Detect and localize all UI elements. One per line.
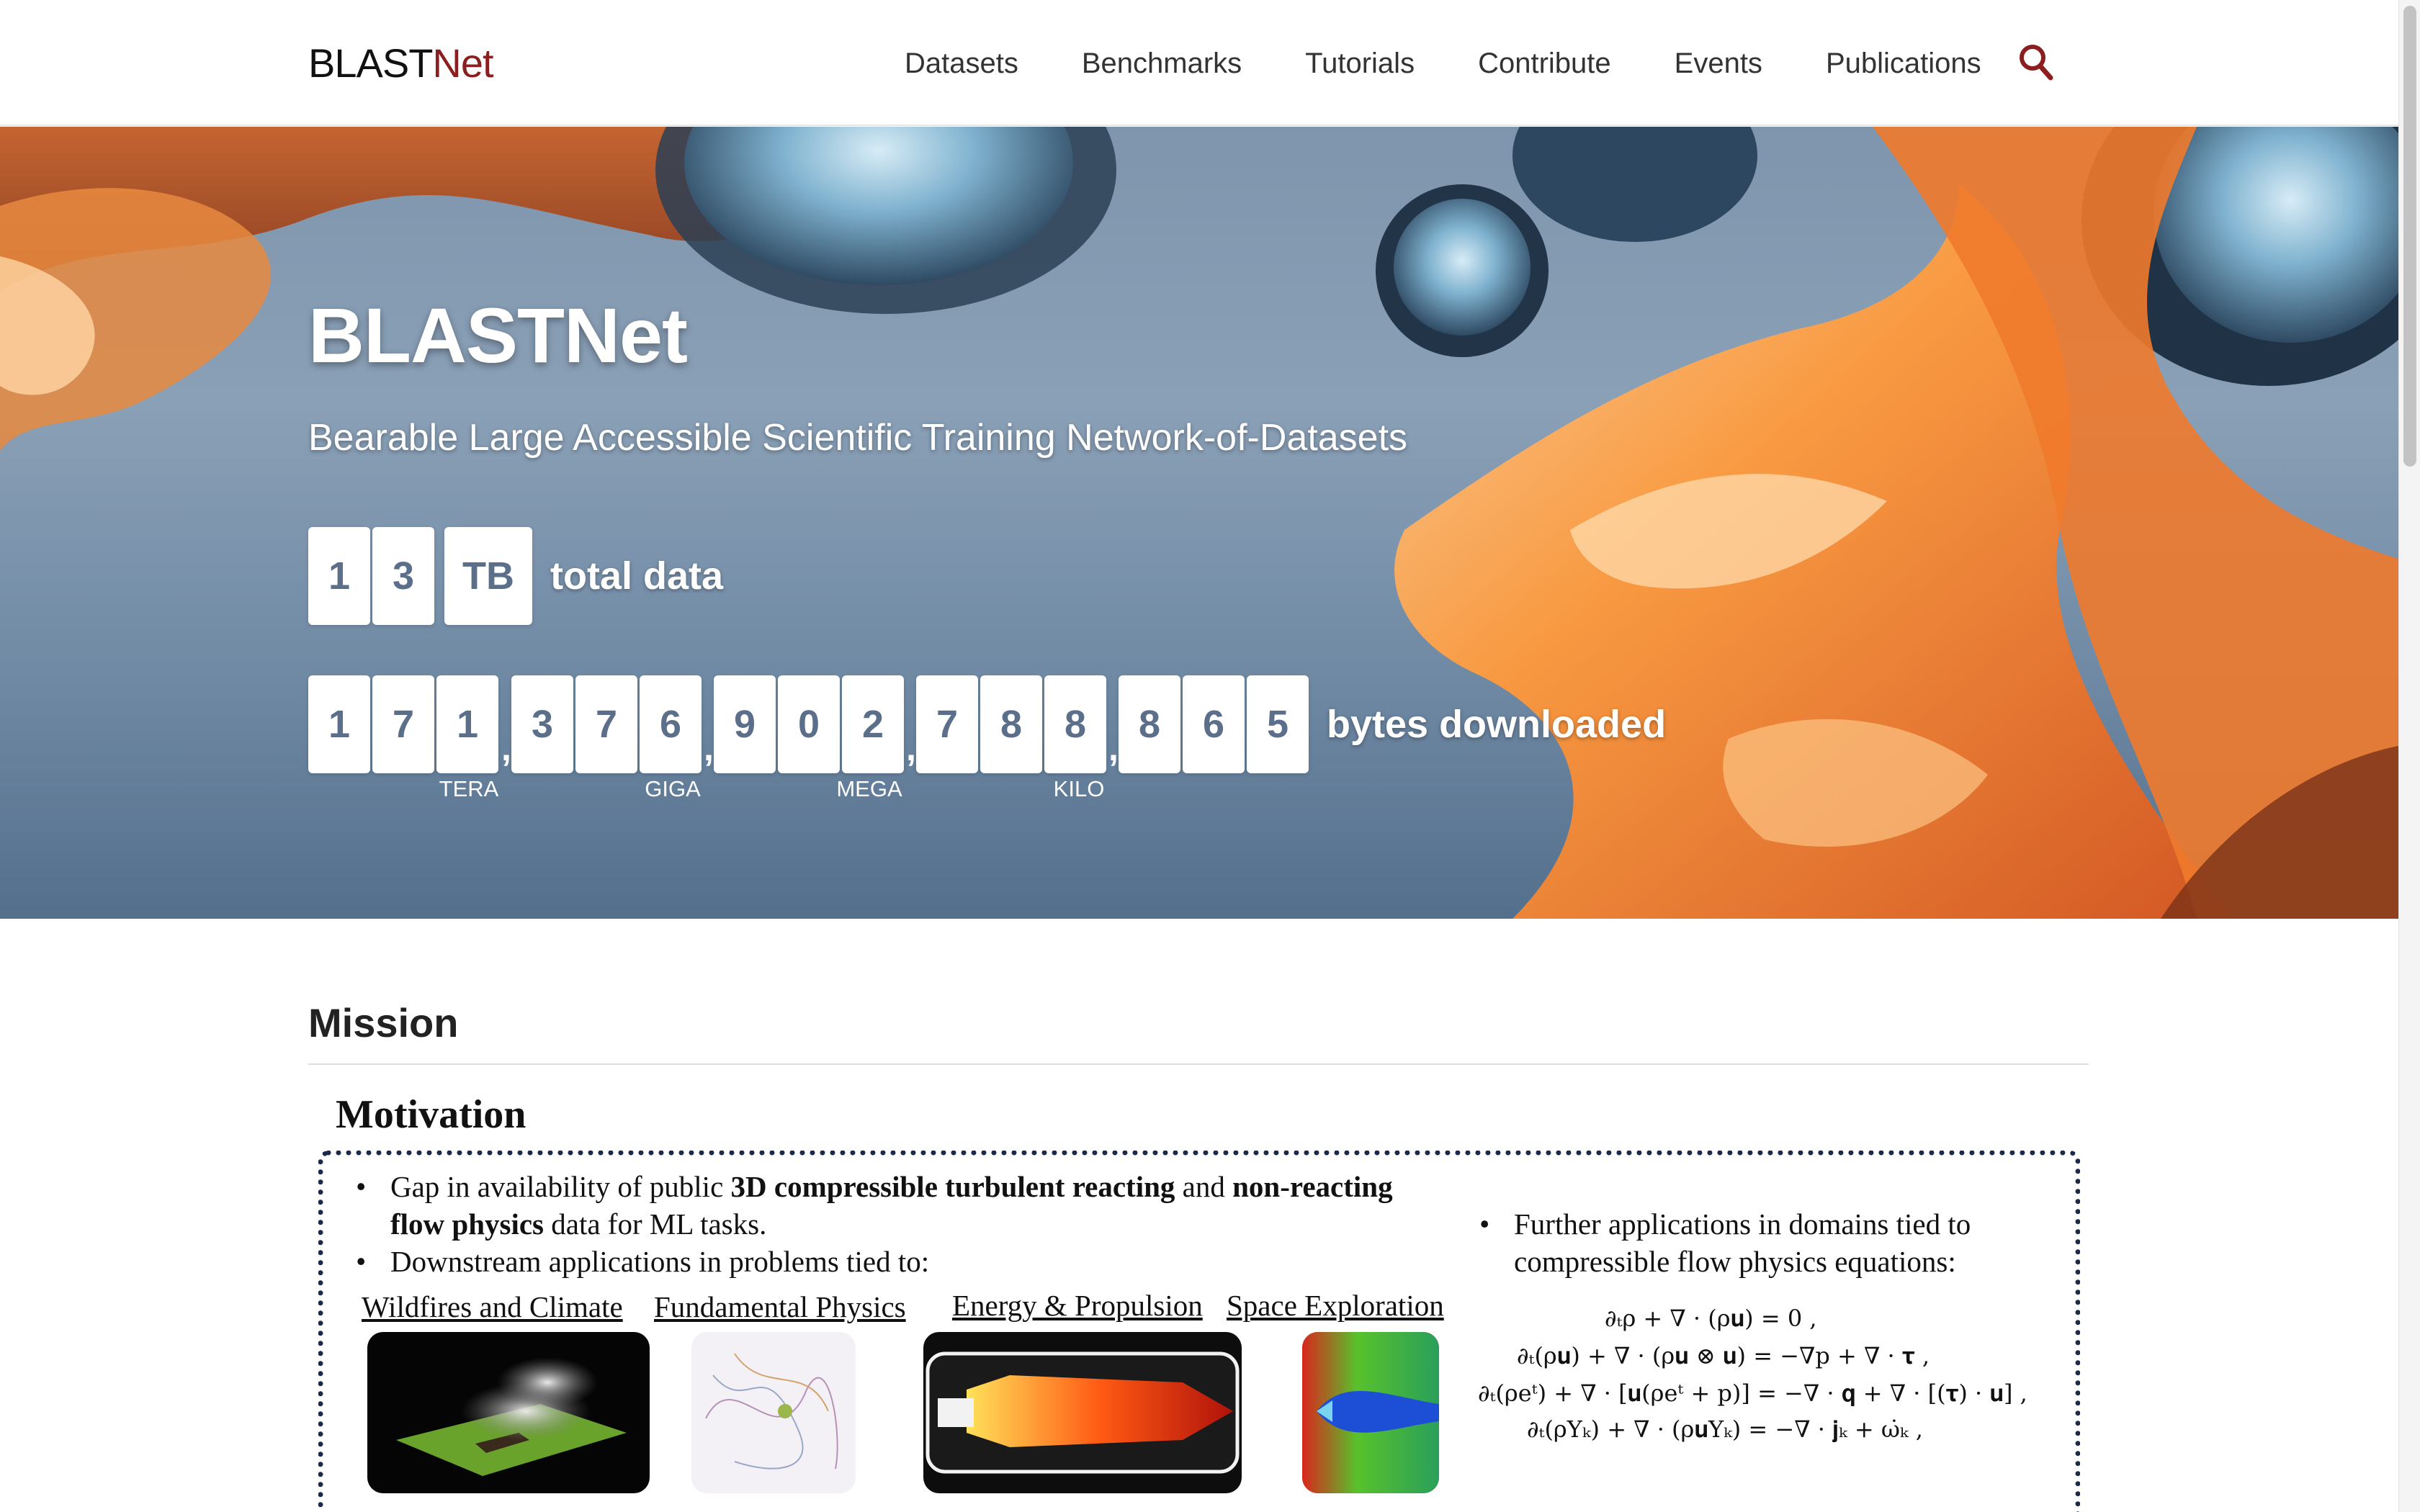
- download-digit: 1: [308, 675, 370, 773]
- download-digit: 3: [511, 675, 573, 773]
- propulsion-image: [926, 1351, 1240, 1474]
- domain-label-physics: Fundamental Physics: [654, 1290, 906, 1323]
- brand-accent: Net: [432, 40, 493, 86]
- unit-label-kilo: KILO: [1053, 776, 1105, 801]
- download-digit: 8: [1119, 675, 1180, 773]
- nav-link-publications[interactable]: Publications: [1826, 46, 1981, 81]
- propulsion-thumbnail: [923, 1332, 1242, 1493]
- space-image: [1302, 1332, 1439, 1493]
- download-digit: 2: [842, 675, 904, 773]
- bullet-text: Gap in availability of public: [390, 1170, 731, 1203]
- motivation-bullet: • Gap in availability of public 3D compr…: [356, 1168, 1788, 1205]
- hero-banner: BLASTNet Bearable Large Accessible Scien…: [0, 127, 2398, 919]
- download-digit: 0: [778, 675, 840, 773]
- download-digit: 5: [1247, 675, 1309, 773]
- bytes-downloaded-label: bytes downloaded: [1327, 703, 1667, 746]
- motivation-figure: Motivation • Gap in availability of publ…: [308, 1080, 2089, 1512]
- bullet-emphasis: 3D compressible turbulent reacting: [730, 1170, 1175, 1203]
- total-data-label: total data: [550, 554, 724, 598]
- main-nav: Datasets Benchmarks Tutorials Contribute…: [905, 46, 1981, 81]
- nav-link-events[interactable]: Events: [1675, 46, 1762, 81]
- section-divider: [308, 1063, 2089, 1065]
- total-data-digit: 1: [308, 527, 370, 625]
- space-thumbnail: [1302, 1332, 1439, 1493]
- scrollbar-thumb[interactable]: [2403, 6, 2416, 467]
- mission-heading: Mission: [308, 1000, 459, 1045]
- nav-link-contribute[interactable]: Contribute: [1478, 46, 1611, 81]
- nav-link-tutorials[interactable]: Tutorials: [1305, 46, 1415, 81]
- nav-link-benchmarks[interactable]: Benchmarks: [1082, 46, 1242, 81]
- digit-separator: ,: [906, 728, 916, 768]
- bullet-text: compressible flow physics equations:: [1514, 1245, 1956, 1278]
- brand-prefix: BLAST: [308, 40, 433, 86]
- figure-title: Motivation: [336, 1092, 526, 1137]
- unit-label-mega: MEGA: [836, 776, 902, 801]
- equation-momentum: ∂ₜ(ρ𝐮) + ∇ · (ρ𝐮 ⊗ 𝐮) = −∇p + ∇ · 𝛕 ,: [1517, 1342, 1930, 1369]
- download-digit: 6: [640, 675, 702, 773]
- unit-label-tera: TERA: [439, 776, 499, 801]
- nav-link-datasets[interactable]: Datasets: [905, 46, 1018, 81]
- digit-separator: ,: [704, 728, 714, 768]
- download-digit: 8: [980, 675, 1042, 773]
- brand-logo[interactable]: BLASTNet: [308, 40, 494, 86]
- bullet-emphasis: non-reacting: [1232, 1170, 1393, 1203]
- wildfire-thumbnail: [367, 1332, 650, 1493]
- bullet-dot: •: [1479, 1207, 1490, 1241]
- total-data-digit: 3: [372, 527, 434, 625]
- hero-subtitle: Bearable Large Accessible Scientific Tra…: [308, 417, 1408, 459]
- download-digit: 9: [714, 675, 776, 773]
- bullet-dot: •: [356, 1245, 367, 1278]
- hero-background-image: [0, 127, 2398, 919]
- search-icon: [2020, 45, 2053, 81]
- bullet-text: and: [1175, 1170, 1233, 1203]
- top-navbar: BLASTNet Datasets Benchmarks Tutorials C…: [0, 0, 2398, 126]
- equation-energy: ∂ₜ(ρeᵗ) + ∇ · [𝐮(ρeᵗ + p)] = −∇ · 𝐪 + ∇ …: [1478, 1380, 2027, 1407]
- bullet-emphasis: flow physics: [390, 1207, 544, 1241]
- physics-thumbnail: [691, 1332, 856, 1493]
- motivation-bullet: • Further applications in domains tied t…: [1479, 1205, 2061, 1243]
- digit-separator: ,: [1108, 728, 1119, 768]
- download-digit: 7: [916, 675, 978, 773]
- digit-separator: ,: [501, 728, 511, 768]
- download-digit: 7: [372, 675, 434, 773]
- unit-label-giga: GIGA: [645, 776, 701, 801]
- download-digit: 6: [1183, 675, 1245, 773]
- domain-label-wildfires: Wildfires and Climate: [362, 1290, 623, 1323]
- bullet-text: data for ML tasks.: [544, 1207, 767, 1241]
- motivation-bullet-continued: compressible flow physics equations:: [1514, 1243, 2061, 1280]
- page-scrollbar[interactable]: [2398, 0, 2420, 1512]
- bullet-text: Downstream applications in problems tied…: [390, 1245, 930, 1278]
- physics-image: [705, 1353, 838, 1470]
- equation-species: ∂ₜ(ρYₖ) + ∇ · (ρ𝐮Yₖ) = −∇ · 𝐣ₖ + ω̇ₖ ,: [1527, 1416, 1923, 1443]
- wildfire-image: [396, 1357, 627, 1476]
- search-button[interactable]: [2018, 43, 2054, 82]
- equation-mass: ∂ₜρ + ∇ · (ρ𝐮) = 0 ,: [1605, 1305, 1817, 1332]
- domain-label-space: Space Exploration: [1227, 1289, 1444, 1322]
- download-digit: 7: [575, 675, 637, 773]
- bullet-text: Further applications in domains tied to: [1514, 1207, 1971, 1241]
- bullet-dot: •: [356, 1170, 367, 1203]
- total-data-unit: TB: [444, 527, 532, 625]
- download-digit: 8: [1044, 675, 1106, 773]
- domain-label-energy: Energy & Propulsion: [952, 1289, 1203, 1322]
- download-digit: 1: [436, 675, 498, 773]
- hero-title: BLASTNet: [308, 292, 688, 379]
